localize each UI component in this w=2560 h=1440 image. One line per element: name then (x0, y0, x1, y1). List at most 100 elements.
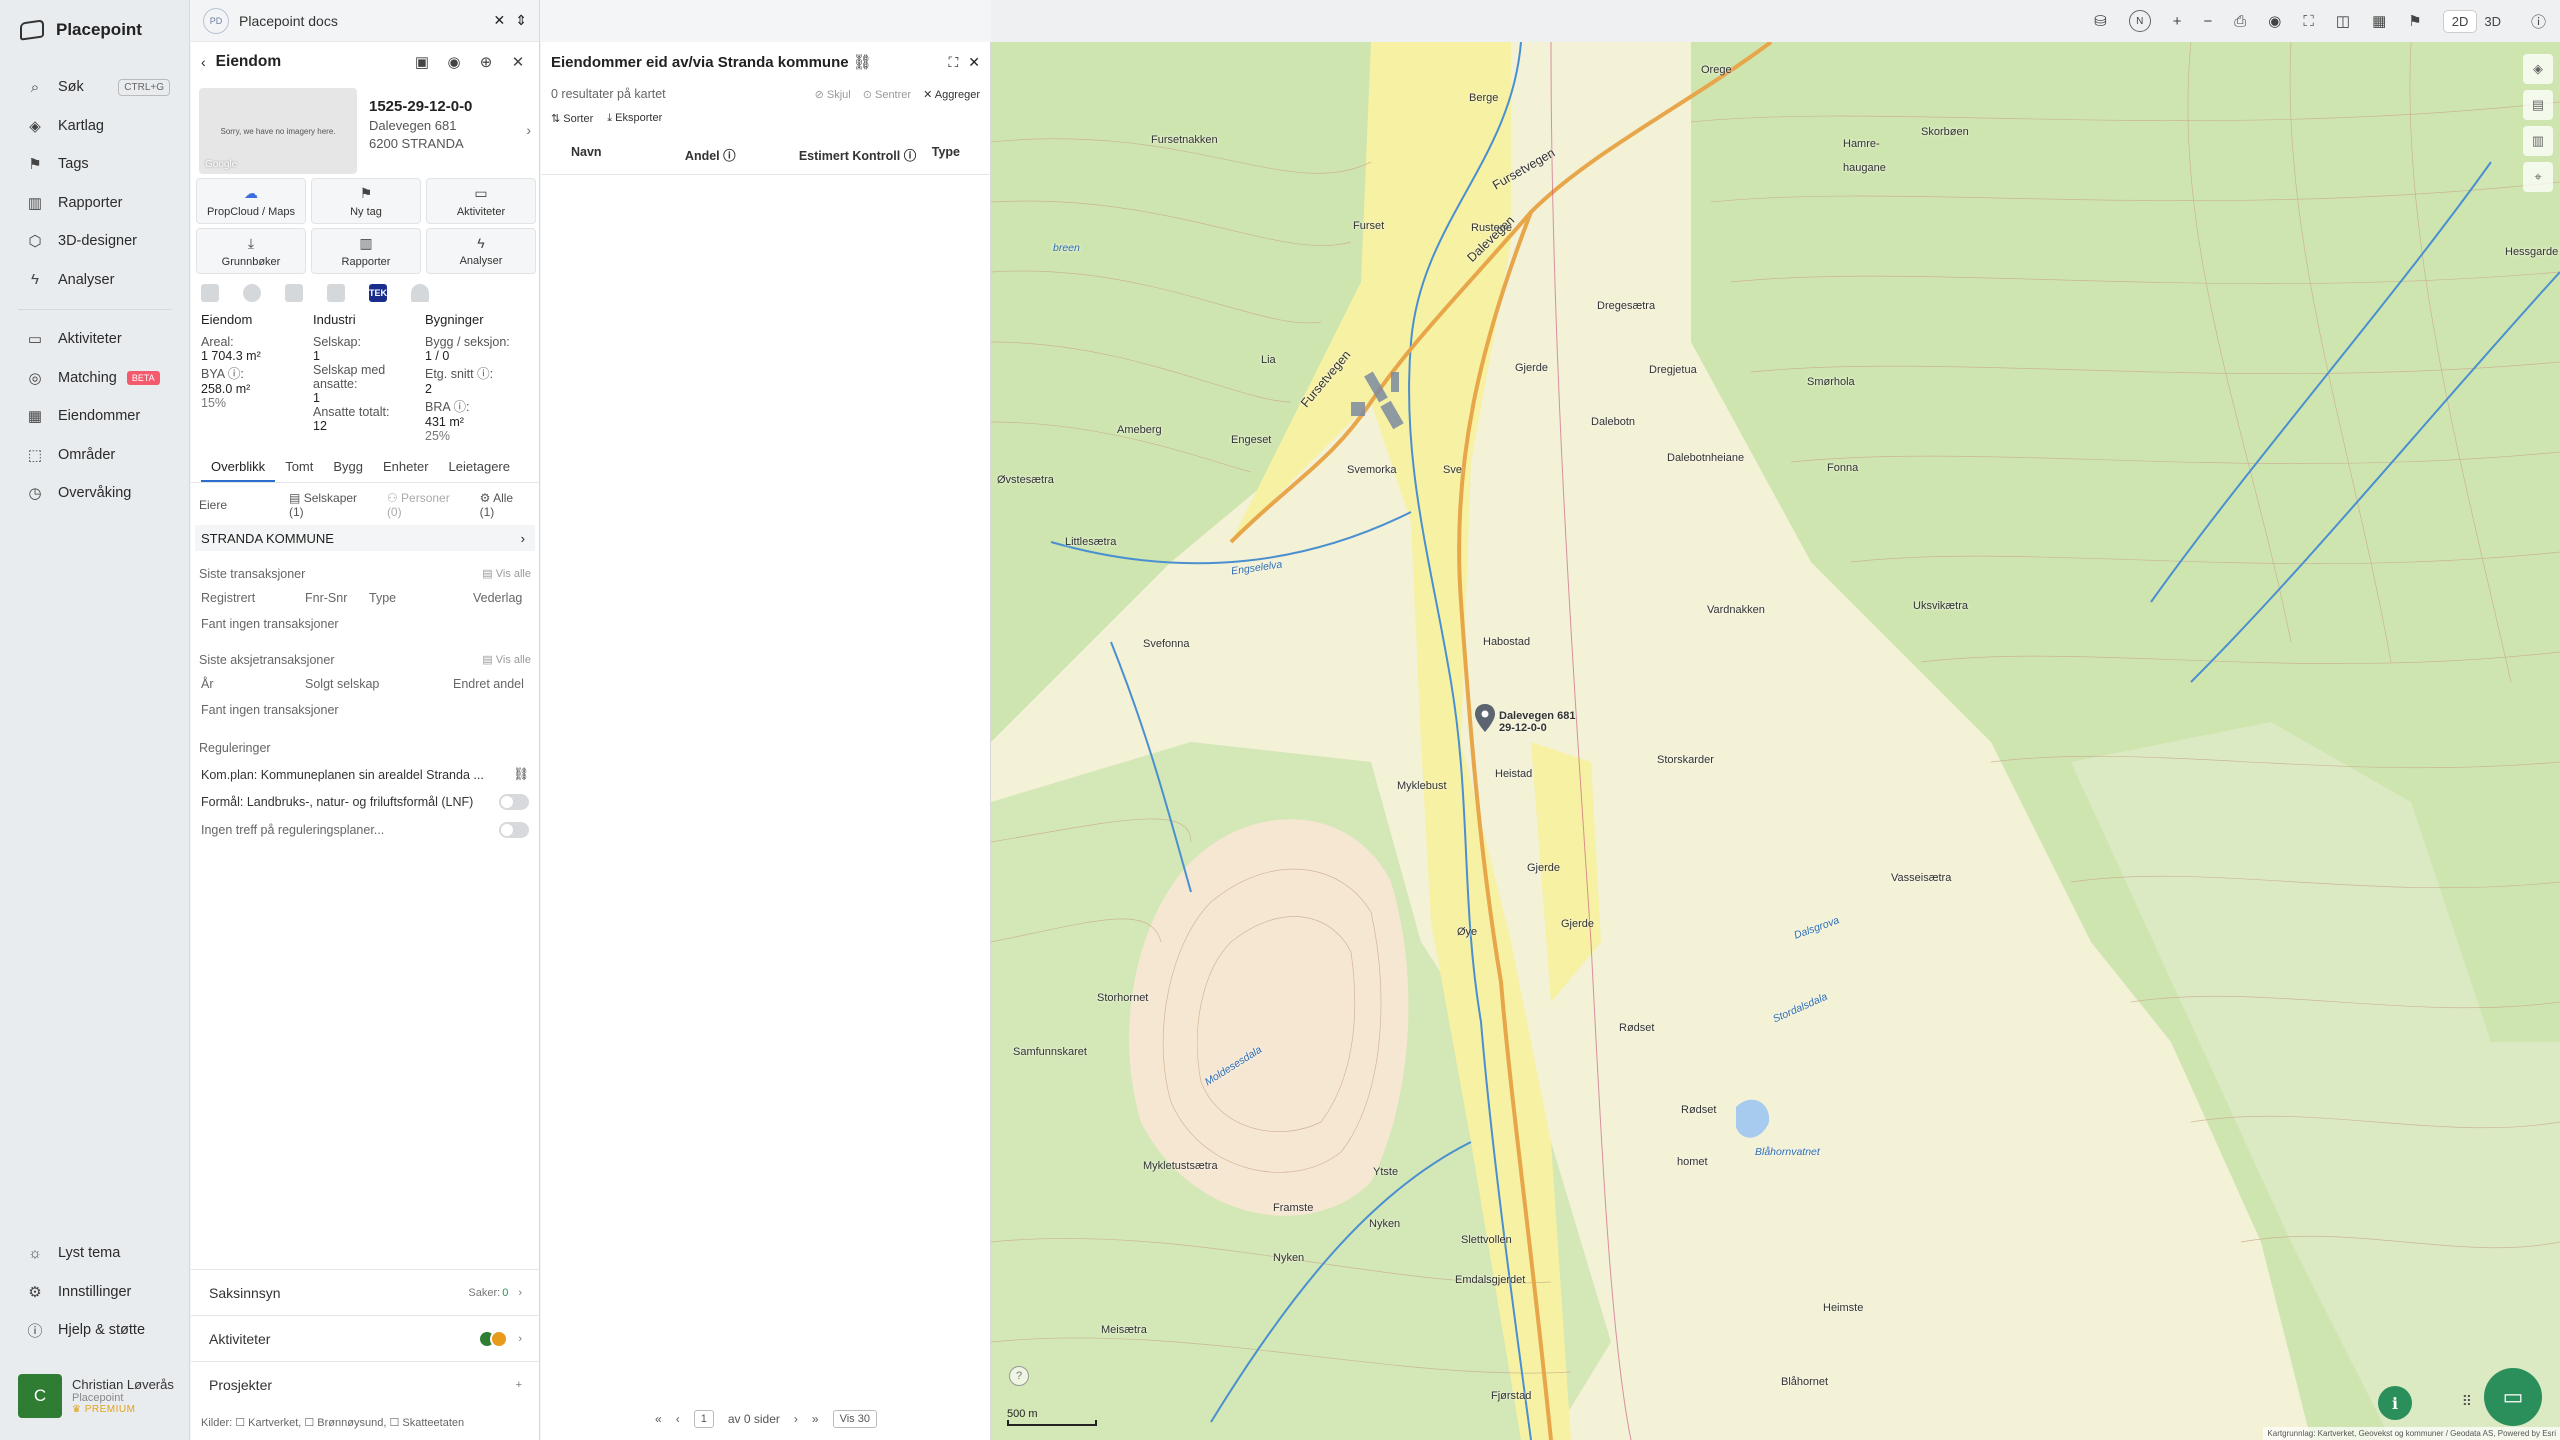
docs-tab[interactable]: PD Placepoint docs ✕ ⇕ (191, 0, 539, 42)
measure-icon[interactable]: ⌖ (2523, 162, 2553, 192)
close-icon[interactable]: ✕ (494, 12, 506, 29)
tile-analyser[interactable]: ϟ Analyser (426, 228, 536, 274)
column-header[interactable]: Estimert Kontroll ⓘ (799, 145, 932, 164)
fullscreen-icon[interactable]: ⛶ (948, 54, 958, 71)
vis-alle-link[interactable]: ▤ Vis alle (482, 567, 531, 581)
next-page-icon[interactable]: › (794, 1412, 798, 1426)
link-icon[interactable]: ⛓ (853, 54, 872, 71)
nav-item-innstillinger[interactable]: ⚙ Innstillinger (0, 1273, 190, 1312)
info-icon[interactable]: ⓘ (2531, 11, 2546, 32)
tile-aktiviteter[interactable]: ▭ Aktiviteter (426, 178, 536, 224)
accordion-aktiviteter[interactable]: Aktiviteter › (191, 1315, 540, 1361)
map-canvas[interactable]: ◈ ▤ ▥ ⌖ Fursetvegen Dalevegen Fursetvege… (991, 42, 2560, 1440)
source-d-icon[interactable] (327, 284, 345, 302)
nav-item-aktiviteter[interactable]: ▭ Aktiviteter (0, 320, 190, 359)
layers-stack-icon[interactable]: ⛁ (2094, 12, 2107, 30)
accordion-saksinnsyn[interactable]: Saksinnsyn Saker: 0 › (191, 1269, 540, 1315)
brand[interactable]: Placepoint (20, 19, 142, 41)
drag-handle-icon[interactable]: ⠿ (2462, 1393, 2472, 1410)
owner-row[interactable]: STRANDA KOMMUNE › (195, 525, 535, 551)
tab-leietagere[interactable]: Leietagere (439, 459, 520, 482)
chat-support-button[interactable]: ▭ (2484, 1368, 2542, 1426)
zoom-in-button[interactable]: + (2173, 13, 2182, 30)
nav-item-matching[interactable]: ◎ Matching BETA (0, 359, 190, 398)
center-button[interactable]: ⊙ Sentrer (863, 88, 911, 101)
sort-button[interactable]: ⇅ Sorter (551, 112, 593, 125)
property-map-pin[interactable] (1475, 704, 1495, 732)
eye-icon[interactable]: ◉ (443, 53, 465, 71)
chevron-right-icon[interactable]: › (526, 122, 531, 138)
tab-overblikk[interactable]: Overblikk (201, 459, 276, 482)
filter-alle[interactable]: ⚙ Alle (1) (480, 491, 531, 519)
link-icon[interactable]: ⛓ (513, 767, 529, 782)
eye-icon[interactable]: ◉ (2268, 12, 2281, 30)
nav-item-analyser[interactable]: ϟ Analyser (0, 261, 190, 300)
map-info-button[interactable]: i (2378, 1386, 2412, 1420)
page-size-select[interactable]: Vis 30 (832, 1410, 877, 1428)
property-summary[interactable]: Sorry, we have no imagery here. Google 1… (191, 82, 539, 178)
filter-personer[interactable]: ⚇ Personer (0) (387, 491, 468, 519)
mode-2d-button[interactable]: 2D (2443, 10, 2477, 32)
aggregate-button[interactable]: ✕ Aggreger (923, 88, 980, 101)
user-profile[interactable]: C Christian Løverås Placepoint ♛ PREMIUM (18, 1374, 174, 1418)
print-icon[interactable]: ⎙ (2234, 13, 2246, 30)
column-header[interactable]: Navn (571, 145, 685, 164)
zoom-out-button[interactable]: − (2204, 13, 2213, 30)
nav-item-kartlag[interactable]: ◈ Kartlag (0, 107, 190, 146)
layers-icon[interactable]: ◈ (2523, 54, 2553, 84)
tile-grunnboker[interactable]: ⤓ Grunnbøker (196, 228, 306, 274)
export-button[interactable]: ⤓ Eksporter (607, 112, 662, 125)
tile-propcloud[interactable]: ☁ PropCloud / Maps (196, 178, 306, 224)
close-icon[interactable]: ✕ (968, 54, 980, 71)
reg-plan-row[interactable]: Kom.plan: Kommuneplanen sin arealdel Str… (191, 755, 539, 782)
id-card-icon[interactable]: ▣ (411, 53, 433, 71)
last-page-icon[interactable]: » (812, 1412, 819, 1426)
column-header[interactable]: Andel ⓘ (685, 145, 799, 164)
nav-item-eiendommer[interactable]: ▦ Eiendommer (0, 397, 190, 436)
nav-label: Lyst tema (58, 1245, 121, 1262)
table-icon[interactable]: ▤ (2523, 90, 2553, 120)
column-header[interactable]: Type (932, 145, 960, 164)
accordion-prosjekter[interactable]: Prosjekter + (191, 1361, 540, 1407)
close-icon[interactable]: ✕ (507, 53, 529, 71)
nav-item-rapporter[interactable]: ▥ Rapporter (0, 184, 190, 223)
nav-item-search[interactable]: ⌕ Søk CTRL+G (0, 68, 190, 107)
tile-ny-tag[interactable]: ⚑ Ny tag (311, 178, 421, 224)
vis-alle-link[interactable]: ▤ Vis alle (482, 653, 531, 667)
grid-icon[interactable]: ▦ (2372, 12, 2386, 30)
reg-toggle[interactable] (499, 822, 529, 838)
source-f-icon[interactable] (411, 284, 429, 302)
page-input[interactable]: 1 (693, 1410, 714, 1428)
hide-button[interactable]: ⊘ Skjul (815, 88, 851, 101)
add-icon[interactable]: ⊕ (475, 53, 497, 71)
help-icon[interactable]: ? (1009, 1366, 1029, 1386)
first-page-icon[interactable]: « (655, 1412, 662, 1426)
source-a-icon[interactable] (201, 284, 219, 302)
back-icon[interactable]: ‹ (201, 54, 206, 70)
user-org: Placepoint (72, 1392, 124, 1404)
bookmark-icon[interactable]: ⚑ (2408, 12, 2421, 30)
nav-item-omrader[interactable]: ⬚ Områder (0, 436, 190, 475)
add-project-button[interactable]: + (516, 1379, 522, 1391)
camera-icon[interactable]: ◫ (2336, 12, 2350, 30)
nav-item-3d-designer[interactable]: ⬡ 3D-designer (0, 222, 190, 261)
tab-bygg[interactable]: Bygg (323, 459, 373, 482)
tile-rapporter[interactable]: ▥ Rapporter (311, 228, 421, 274)
source-c-icon[interactable] (285, 284, 303, 302)
nav-item-overvaking[interactable]: ◷ Overvåking (0, 474, 190, 513)
tek-icon[interactable]: TEK (369, 284, 387, 302)
fullscreen-icon[interactable]: ⛶ (2303, 13, 2314, 30)
tab-tomt[interactable]: Tomt (275, 459, 323, 482)
nav-item-lyst-tema[interactable]: ☼ Lyst tema (0, 1234, 190, 1273)
nav-item-hjelp[interactable]: ⓘ Hjelp & støtte (0, 1311, 190, 1350)
formal-toggle[interactable] (499, 794, 529, 810)
nav-item-tags[interactable]: ⚑ Tags (0, 145, 190, 184)
prev-page-icon[interactable]: ‹ (676, 1412, 680, 1426)
filter-selskaper[interactable]: ▤ Selskaper (1) (289, 491, 375, 519)
mode-3d-button[interactable]: 3D (2476, 11, 2509, 32)
tab-enheter[interactable]: Enheter (373, 459, 439, 482)
source-b-icon[interactable] (243, 284, 261, 302)
compass-button[interactable]: N (2128, 10, 2151, 32)
expand-icon[interactable]: ⇕ (515, 12, 527, 29)
chart-icon[interactable]: ▥ (2523, 126, 2553, 156)
